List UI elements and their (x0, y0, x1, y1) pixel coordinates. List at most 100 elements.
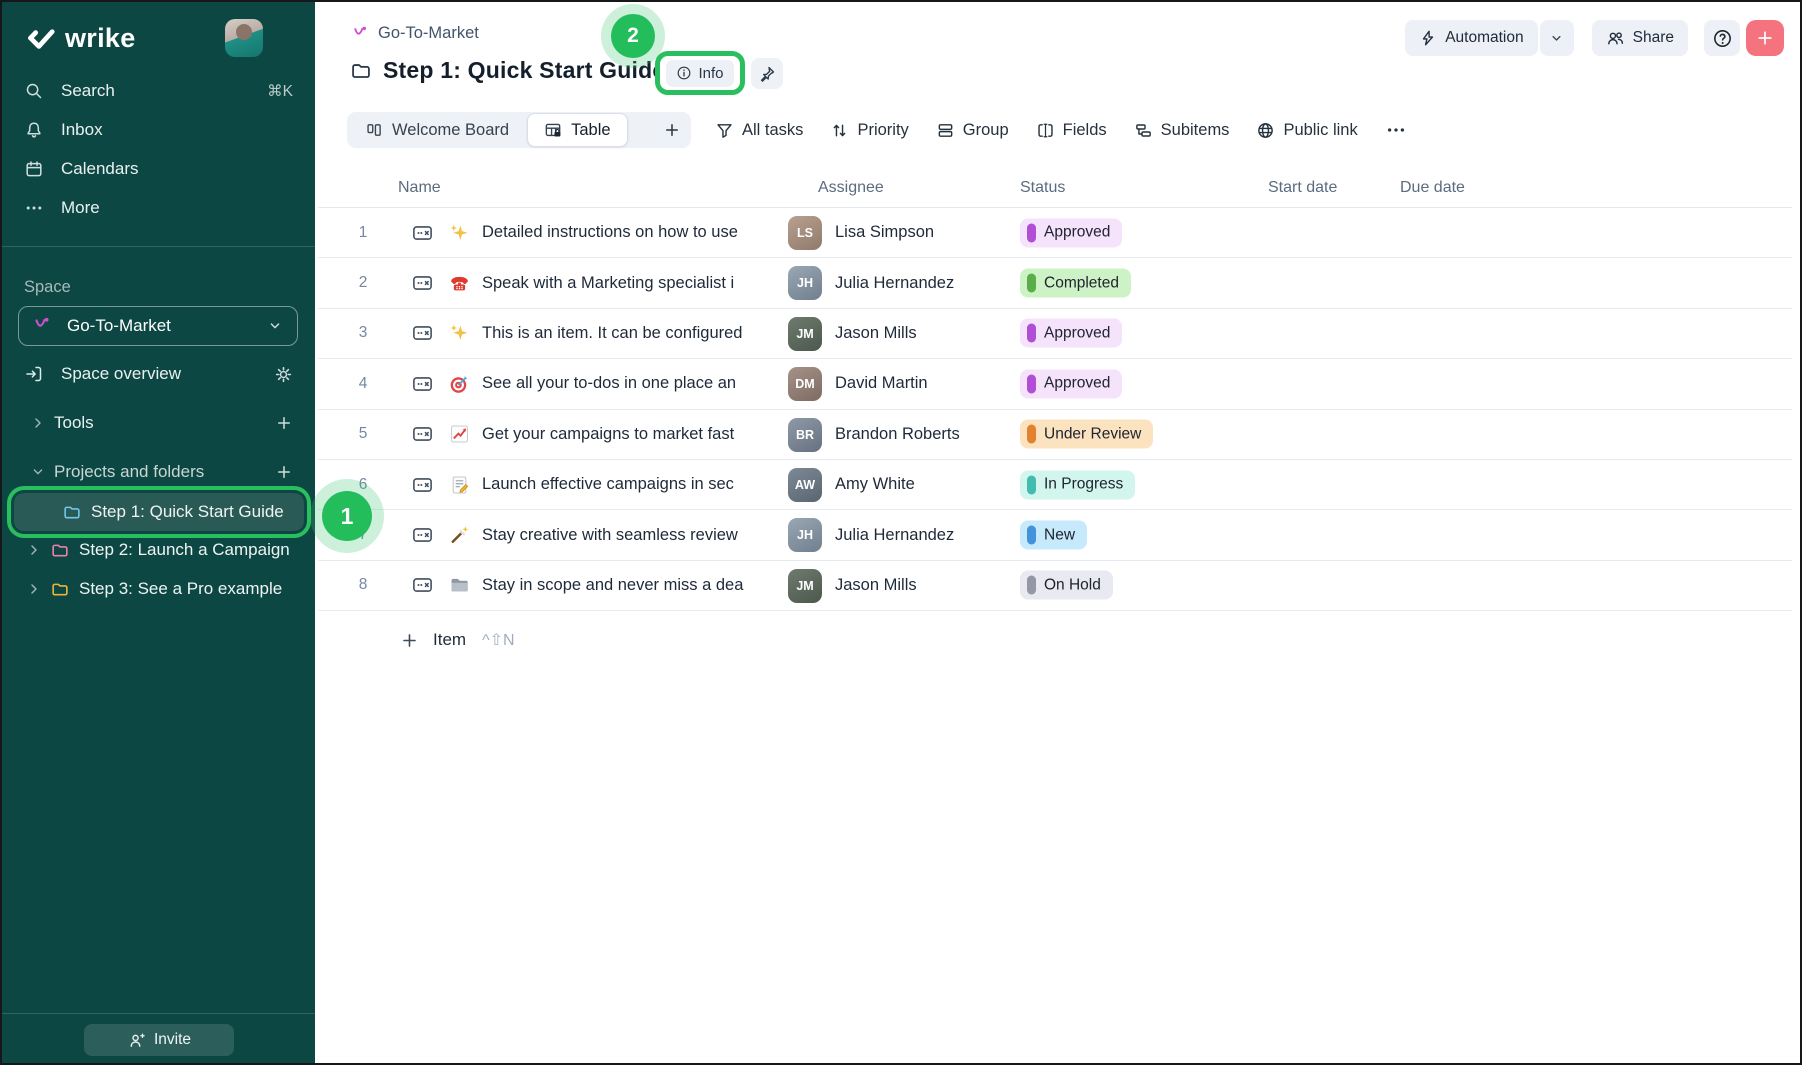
assignee-avatar[interactable]: JH (788, 266, 822, 300)
wrike-app-window: wrike Search ⌘K Inbox Calendars More Spa… (0, 0, 1802, 1065)
toolbar-fields[interactable]: Fields (1036, 121, 1107, 140)
assignee-avatar[interactable]: AW (788, 468, 822, 502)
status-badge[interactable]: Approved (1020, 319, 1122, 348)
assignee-name[interactable]: Jason Mills (835, 561, 917, 610)
table-row[interactable]: 5 Get your campaigns to market fast BR B… (318, 410, 1792, 460)
chevron-right-icon[interactable] (26, 542, 42, 558)
assignee-avatar[interactable]: BR (788, 418, 822, 452)
column-header-status[interactable]: Status (1020, 179, 1065, 197)
plus-icon[interactable] (275, 463, 293, 481)
view-tab-welcome-board[interactable]: Welcome Board (347, 112, 527, 148)
table-row[interactable]: 2 Speak with a Marketing specialist i JH… (318, 258, 1792, 308)
status-bar (1027, 374, 1036, 393)
column-header-due-date[interactable]: Due date (1400, 179, 1465, 197)
chevron-down-icon[interactable] (30, 464, 46, 480)
task-name[interactable]: Speak with a Marketing specialist i (482, 258, 770, 307)
plus-icon[interactable] (275, 414, 293, 432)
status-badge[interactable]: On Hold (1020, 571, 1113, 600)
assignee-avatar[interactable]: JM (788, 569, 822, 603)
add-item-button[interactable]: Item ^⇧N (318, 618, 515, 662)
status-badge[interactable]: Under Review (1020, 420, 1153, 449)
projects-and-folders-label: Projects and folders (54, 462, 204, 482)
assignee-avatar[interactable]: DM (788, 367, 822, 401)
task-name[interactable]: Detailed instructions on how to use (482, 208, 770, 257)
help-button[interactable] (1704, 20, 1740, 56)
table-body: 1 Detailed instructions on how to use LS… (318, 208, 1792, 611)
user-avatar[interactable] (225, 19, 263, 57)
task-name[interactable]: Get your campaigns to market fast (482, 410, 770, 459)
sidebar-item-search[interactable]: Search ⌘K (2, 72, 315, 110)
status-badge[interactable]: New (1020, 521, 1087, 550)
info-button[interactable]: Info (666, 60, 733, 87)
column-header-name[interactable]: Name (398, 179, 441, 197)
collapse-sidebar-icon[interactable] (275, 29, 293, 47)
status-badge[interactable]: In Progress (1020, 470, 1135, 499)
add-column-icon[interactable] (1536, 178, 1555, 197)
table-row[interactable]: 1 Detailed instructions on how to use LS… (318, 208, 1792, 258)
sidebar-item-tools[interactable]: Tools (2, 404, 315, 442)
space-selector[interactable]: Go-To-Market (18, 306, 298, 346)
table-row[interactable]: 4 See all your to-dos in one place an DM… (318, 359, 1792, 409)
assignee-name[interactable]: Julia Hernandez (835, 258, 954, 307)
add-item-shortcut: ^⇧N (482, 630, 514, 650)
sidebar-folder-1[interactable]: Step 1: Quick Start Guide (14, 493, 304, 531)
task-name[interactable]: Launch effective campaigns in sec (482, 460, 770, 509)
emoji-sparkles-icon (449, 222, 470, 243)
pin-button[interactable] (751, 58, 783, 89)
share-button[interactable]: Share (1592, 20, 1688, 56)
table-row[interactable]: 6 Launch effective campaigns in sec AW A… (318, 460, 1792, 510)
assignee-name[interactable]: Brandon Roberts (835, 410, 960, 459)
breadcrumb[interactable]: Go-To-Market (352, 24, 479, 43)
toolbar-group[interactable]: Group (936, 121, 1009, 140)
task-name[interactable]: This is an item. It can be configured (482, 309, 770, 358)
header-actions: Automation Share (1405, 20, 1784, 56)
sidebar-item-inbox[interactable]: Inbox (2, 111, 315, 149)
assignee-avatar[interactable]: JH (788, 518, 822, 552)
assignee-name[interactable]: Julia Hernandez (835, 510, 954, 559)
sidebar-item-more[interactable]: More (2, 189, 315, 227)
sidebar-item-projects-and-folders[interactable]: Projects and folders (2, 453, 315, 491)
sidebar-folder-3[interactable]: Step 3: See a Pro example (14, 570, 304, 608)
invite-button[interactable]: Invite (84, 1024, 234, 1056)
assignee-name[interactable]: David Martin (835, 359, 928, 408)
automation-button[interactable]: Automation (1405, 20, 1537, 56)
column-header-assignee[interactable]: Assignee (818, 179, 884, 197)
table-row[interactable]: 8 Stay in scope and never miss a dea JM … (318, 561, 1792, 611)
assignee-avatar[interactable]: JM (788, 317, 822, 351)
task-name[interactable]: Stay in scope and never miss a dea (482, 561, 770, 610)
ellipsis-icon[interactable] (1385, 119, 1407, 141)
automation-label: Automation (1445, 29, 1523, 47)
status-badge[interactable]: Approved (1020, 218, 1122, 247)
toolbar-all-tasks[interactable]: All tasks (715, 121, 803, 140)
sort-icon (830, 121, 849, 140)
column-header-start-date[interactable]: Start date (1268, 179, 1337, 197)
toolbar-subitems[interactable]: Subitems (1134, 121, 1230, 140)
table-row[interactable]: 7 Stay creative with seamless review JH … (318, 510, 1792, 560)
view-tab-table[interactable]: Table (527, 113, 627, 147)
automation-dropdown-button[interactable] (1540, 20, 1574, 56)
chevron-right-icon[interactable] (30, 415, 46, 431)
gear-icon[interactable] (274, 365, 293, 384)
status-bar (1027, 274, 1036, 293)
create-new-button[interactable] (1746, 20, 1784, 56)
space-menu-icon[interactable] (275, 278, 293, 296)
toolbar-priority[interactable]: Priority (830, 121, 908, 140)
table-row[interactable]: 3 This is an item. It can be configured … (318, 309, 1792, 359)
toolbar-public-link[interactable]: Public link (1256, 121, 1357, 140)
status-badge[interactable]: Completed (1020, 269, 1131, 298)
assignee-name[interactable]: Jason Mills (835, 309, 917, 358)
task-name[interactable]: Stay creative with seamless review (482, 510, 770, 559)
assignee-name[interactable]: Lisa Simpson (835, 208, 934, 257)
add-view-button[interactable] (653, 112, 691, 148)
assignee-name[interactable]: Amy White (835, 460, 915, 509)
chevron-right-icon[interactable] (26, 581, 42, 597)
sidebar-item-calendars[interactable]: Calendars (2, 150, 315, 188)
emoji-target-icon (449, 373, 470, 394)
status-badge[interactable]: Approved (1020, 369, 1122, 398)
task-name[interactable]: See all your to-dos in one place an (482, 359, 770, 408)
sidebar-folder-2[interactable]: Step 2: Launch a Campaign (14, 531, 304, 569)
chevron-down-icon (1549, 31, 1564, 46)
sidebar-item-space-overview[interactable]: Space overview (2, 355, 315, 393)
status-bar (1027, 475, 1036, 494)
assignee-avatar[interactable]: LS (788, 216, 822, 250)
